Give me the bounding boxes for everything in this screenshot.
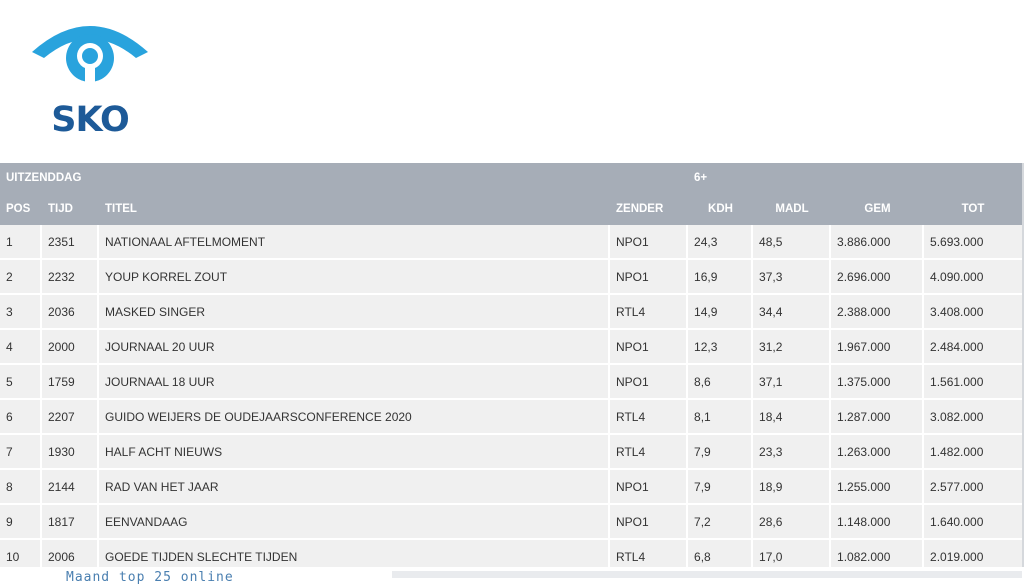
cell-pos: 7: [0, 435, 42, 470]
cell-tijd: 2000: [42, 330, 99, 365]
cell-tijd: 2144: [42, 470, 99, 505]
cell-titel: JOURNAAL 18 UUR: [99, 365, 610, 400]
column-header-zender[interactable]: ZENDER: [610, 192, 689, 225]
cell-gem: 3.886.000: [831, 225, 925, 260]
cell-gem: 1.375.000: [831, 365, 925, 400]
cell-titel: YOUP KORREL ZOUT: [99, 260, 610, 295]
cell-tot: 3.408.000: [924, 295, 1023, 330]
column-header-gem[interactable]: GEM: [831, 192, 925, 225]
cell-tot: 1.482.000: [924, 435, 1023, 470]
cell-titel: RAD VAN HET JAAR: [99, 470, 610, 505]
cell-tijd: 2207: [42, 400, 99, 435]
cell-madl: 31,2: [753, 330, 832, 365]
table-row[interactable]: 5 1759 JOURNAAL 18 UUR NPO1 8,6 37,1 1.375.000…: [0, 365, 1023, 400]
cell-tijd: 1759: [42, 365, 99, 400]
cell-tijd: 2232: [42, 260, 99, 295]
cell-titel: JOURNAAL 20 UUR: [99, 330, 610, 365]
column-header-titel[interactable]: TITEL: [99, 192, 610, 225]
cell-tot: 1.561.000: [924, 365, 1023, 400]
table-row[interactable]: 7 1930 HALF ACHT NIEUWS RTL4 7,9 23,3 1.263.00…: [0, 435, 1023, 470]
ratings-table-body: 1 2351 NATIONAAL AFTELMOMENT NPO1 24,3 48,5 3.…: [0, 225, 1023, 575]
cell-madl: 23,3: [753, 435, 832, 470]
column-header-kdh[interactable]: KDH: [688, 192, 754, 225]
cell-tijd: 2036: [42, 295, 99, 330]
cell-tijd: 2351: [42, 225, 99, 260]
table-row[interactable]: 2 2232 YOUP KORREL ZOUT NPO1 16,9 37,3 2.696.0…: [0, 260, 1023, 295]
column-header-madl[interactable]: MADL: [753, 192, 832, 225]
cell-madl: 37,3: [753, 260, 832, 295]
cell-zender: NPO1: [610, 470, 689, 505]
cell-gem: 1.967.000: [831, 330, 925, 365]
cell-kdh: 14,9: [688, 295, 754, 330]
cell-pos: 9: [0, 505, 42, 540]
cell-zender: NPO1: [610, 260, 689, 295]
cell-tijd: 1817: [42, 505, 99, 540]
table-row[interactable]: 3 2036 MASKED SINGER RTL4 14,9 34,4 2.388.000 3…: [0, 295, 1023, 330]
cell-tot: 1.640.000: [924, 505, 1023, 540]
cell-gem: 1.148.000: [831, 505, 925, 540]
cell-gem: 2.696.000: [831, 260, 925, 295]
cell-pos: 6: [0, 400, 42, 435]
cell-gem: 1.255.000: [831, 470, 925, 505]
column-header-row: POS TIJD TITEL ZENDER KDH MADL GEM TOT: [0, 192, 1023, 225]
cell-titel: NATIONAAL AFTELMOMENT: [99, 225, 610, 260]
cell-pos: 8: [0, 470, 42, 505]
cell-titel: HALF ACHT NIEUWS: [99, 435, 610, 470]
column-header-pos[interactable]: POS: [0, 192, 42, 225]
cell-madl: 28,6: [753, 505, 832, 540]
table-row[interactable]: 9 1817 EENVANDAAG NPO1 7,2 28,6 1.148.000 1.640…: [0, 505, 1023, 540]
cell-zender: NPO1: [610, 225, 689, 260]
group-label-audience: 6+: [688, 163, 1023, 192]
group-label-broadcast-day: UITZENDDAG: [0, 163, 689, 192]
cell-zender: NPO1: [610, 330, 689, 365]
cell-madl: 18,4: [753, 400, 832, 435]
cell-kdh: 7,9: [688, 435, 754, 470]
cell-madl: 37,1: [753, 365, 832, 400]
ratings-table: UITZENDDAG 6+ POS TIJD TITEL ZENDER KDH …: [0, 163, 1023, 575]
cell-kdh: 16,9: [688, 260, 754, 295]
cell-pos: 4: [0, 330, 42, 365]
cell-kdh: 12,3: [688, 330, 754, 365]
cell-titel: GUIDO WEIJERS DE OUDEJAARSCONFERENCE 202…: [99, 400, 610, 435]
cell-zender: RTL4: [610, 435, 689, 470]
eye-icon: [32, 26, 148, 82]
cell-kdh: 7,9: [688, 470, 754, 505]
column-header-tijd[interactable]: TIJD: [42, 192, 99, 225]
logo-wordmark: SKO: [51, 100, 130, 140]
cell-tot: 4.090.000: [924, 260, 1023, 295]
table-row[interactable]: 1 2351 NATIONAAL AFTELMOMENT NPO1 24,3 48,5 3.…: [0, 225, 1023, 260]
cell-kdh: 7,2: [688, 505, 754, 540]
group-header-row: UITZENDDAG 6+: [0, 163, 1023, 192]
cell-tijd: 1930: [42, 435, 99, 470]
cell-tot: 3.082.000: [924, 400, 1023, 435]
cell-pos: 5: [0, 365, 42, 400]
cell-zender: NPO1: [610, 365, 689, 400]
cell-gem: 2.388.000: [831, 295, 925, 330]
cell-pos: 1: [0, 225, 42, 260]
cell-madl: 18,9: [753, 470, 832, 505]
cell-gem: 1.287.000: [831, 400, 925, 435]
cell-madl: 48,5: [753, 225, 832, 260]
cell-pos: 3: [0, 295, 42, 330]
table-row[interactable]: 6 2207 GUIDO WEIJERS DE OUDEJAARSCONFERENC…: [0, 400, 1023, 435]
cell-madl: 34,4: [753, 295, 832, 330]
cell-kdh: 24,3: [688, 225, 754, 260]
cell-pos: 2: [0, 260, 42, 295]
cell-gem: 1.263.000: [831, 435, 925, 470]
cell-titel: MASKED SINGER: [99, 295, 610, 330]
column-header-tot[interactable]: TOT: [924, 192, 1023, 225]
cell-tot: 5.693.000: [924, 225, 1023, 260]
cell-kdh: 8,1: [688, 400, 754, 435]
cell-titel: EENVANDAAG: [99, 505, 610, 540]
table-row[interactable]: 4 2000 JOURNAAL 20 UUR NPO1 12,3 31,2 1.967.00…: [0, 330, 1023, 365]
cell-zender: RTL4: [610, 295, 689, 330]
cell-kdh: 8,6: [688, 365, 754, 400]
cell-zender: RTL4: [610, 400, 689, 435]
table-row[interactable]: 8 2144 RAD VAN HET JAAR NPO1 7,9 18,9 1.255.00…: [0, 470, 1023, 505]
cell-tot: 2.484.000: [924, 330, 1023, 365]
cell-tot: 2.577.000: [924, 470, 1023, 505]
cell-zender: NPO1: [610, 505, 689, 540]
sko-logo: SKO: [28, 14, 152, 140]
footer-strip: [392, 571, 1022, 578]
